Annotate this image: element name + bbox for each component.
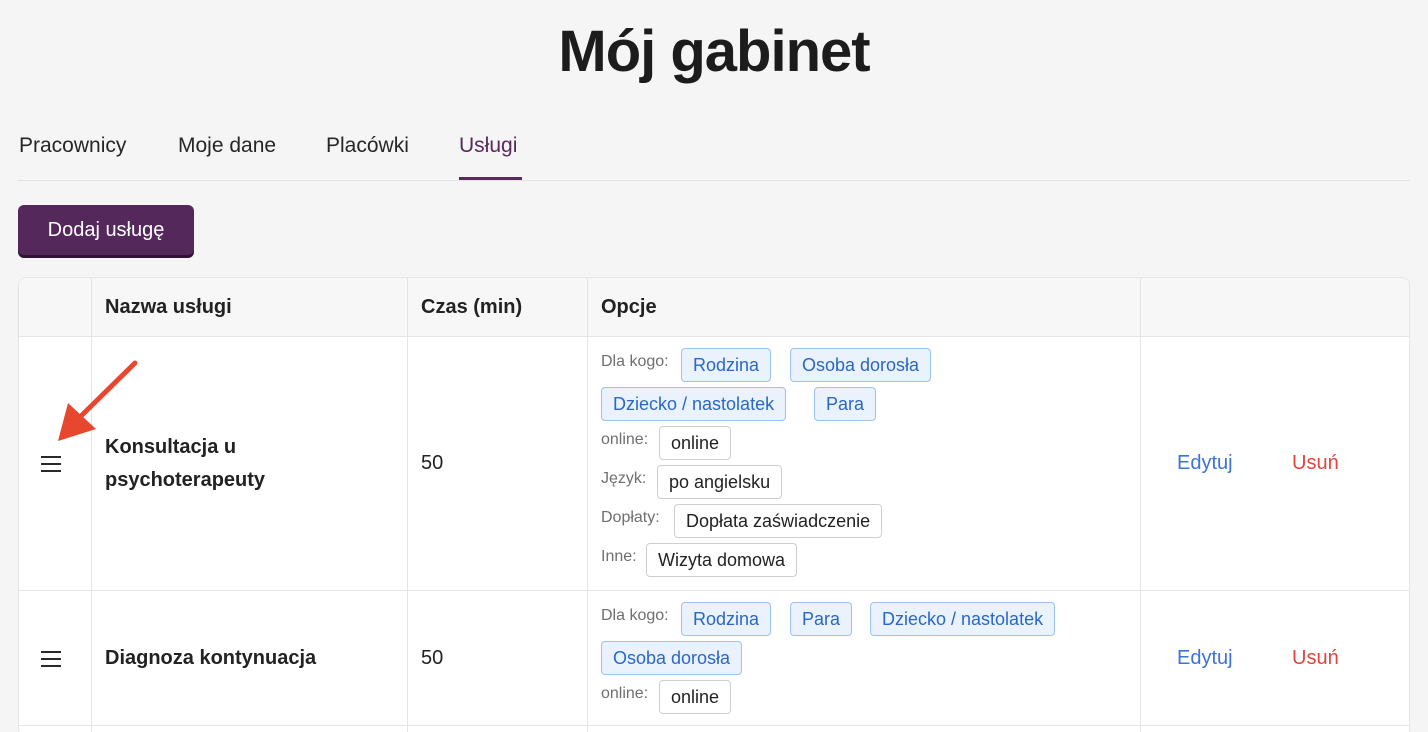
- service-name: Diagnoza kontynuacja: [105, 647, 317, 669]
- column-divider: [91, 278, 92, 732]
- column-divider: [1140, 278, 1141, 732]
- option-label-online: online:: [601, 685, 649, 702]
- option-tag: po angielsku: [657, 465, 783, 499]
- edit-link[interactable]: Edytuj: [1177, 452, 1233, 475]
- page-title: Mój gabinet: [558, 19, 870, 84]
- hamburger-icon[interactable]: [41, 651, 61, 667]
- option-tag: Osoba dorosła: [790, 348, 932, 382]
- service-duration: 50: [421, 647, 444, 669]
- option-tag: Osoba dorosła: [601, 641, 743, 675]
- delete-link[interactable]: Usuń: [1292, 647, 1339, 670]
- option-tag: Wizyta domowa: [646, 543, 798, 577]
- row-divider: [19, 590, 1409, 591]
- option-tag: online: [659, 426, 732, 460]
- option-label-for-whom: Dla kogo:: [601, 607, 669, 624]
- option-label-other: Inne:: [601, 548, 637, 565]
- add-service-button[interactable]: Dodaj usługę: [18, 205, 194, 255]
- header-options: Opcje: [601, 296, 657, 318]
- tab-moje-dane[interactable]: Moje dane: [178, 134, 276, 158]
- red-arrow-annotation: [58, 360, 138, 441]
- delete-link[interactable]: Usuń: [1292, 452, 1339, 475]
- header-service-name: Nazwa usługi: [105, 296, 232, 318]
- tab-pracownicy[interactable]: Pracownicy: [19, 134, 126, 158]
- service-duration: 50: [421, 452, 444, 474]
- option-label-language: Język:: [601, 470, 647, 487]
- tab-placowki[interactable]: Placówki: [326, 134, 409, 158]
- table-header: Nazwa usługi Czas (min) Opcje: [19, 278, 1409, 337]
- services-table: Nazwa usługi Czas (min) Opcje Konsultacj…: [18, 277, 1410, 732]
- option-tag: Para: [790, 602, 853, 636]
- row-divider: [19, 725, 1409, 726]
- option-label-online: online:: [601, 431, 649, 448]
- option-tag: Dziecko / nastolatek: [601, 387, 787, 421]
- option-tag: Para: [814, 387, 877, 421]
- column-divider: [587, 278, 588, 732]
- option-tag: online: [659, 680, 732, 714]
- option-tag: Rodzina: [681, 348, 772, 382]
- option-tag: Dziecko / nastolatek: [870, 602, 1056, 636]
- column-divider: [407, 278, 408, 732]
- edit-link[interactable]: Edytuj: [1177, 647, 1233, 670]
- option-label-for-whom: Dla kogo:: [601, 353, 669, 370]
- active-tab-indicator: [459, 177, 522, 180]
- hamburger-icon[interactable]: [41, 456, 61, 472]
- option-tag: Rodzina: [681, 602, 772, 636]
- tabs-bar: Pracownicy Moje dane Placówki Usługi: [18, 120, 1410, 181]
- option-label-surcharges: Dopłaty:: [601, 509, 660, 526]
- header-duration: Czas (min): [421, 296, 523, 318]
- tab-uslugi[interactable]: Usługi: [459, 134, 517, 158]
- option-tag: Dopłata zaświadczenie: [674, 504, 883, 538]
